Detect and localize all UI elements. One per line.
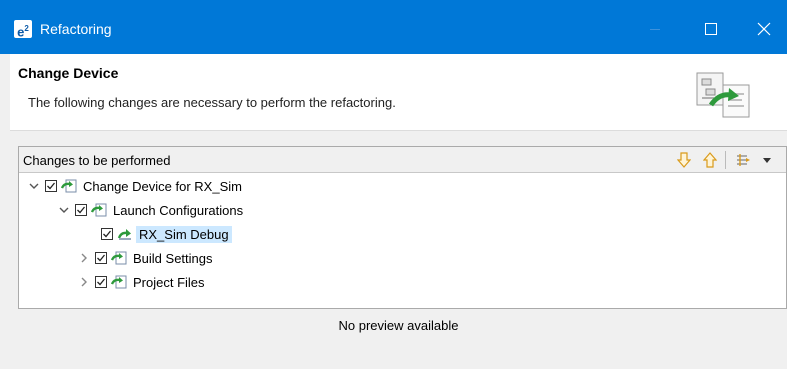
page-title: Change Device bbox=[18, 65, 119, 81]
checkbox[interactable] bbox=[95, 252, 107, 264]
tree-item-project-files[interactable]: Project Files bbox=[77, 271, 205, 293]
title-bar: e2 Refactoring bbox=[0, 0, 787, 54]
close-icon bbox=[757, 22, 771, 36]
next-change-button[interactable] bbox=[675, 151, 693, 169]
checkbox[interactable] bbox=[95, 276, 107, 288]
window-title: Refactoring bbox=[40, 21, 112, 37]
tree-item-label: Build Settings bbox=[133, 250, 213, 266]
chevron-right-icon bbox=[81, 253, 87, 263]
minimize-icon bbox=[650, 28, 660, 30]
expand-toggle[interactable] bbox=[77, 275, 91, 289]
filter-changes-button[interactable] bbox=[735, 151, 753, 169]
preview-message: No preview available bbox=[338, 318, 459, 333]
checkbox[interactable] bbox=[75, 204, 87, 216]
arrow-down-icon bbox=[677, 152, 691, 168]
close-button[interactable] bbox=[741, 14, 787, 44]
checkmark-icon bbox=[97, 254, 106, 262]
checkbox[interactable] bbox=[101, 228, 113, 240]
preview-pane: No preview available bbox=[10, 310, 787, 369]
page-description: The following changes are necessary to p… bbox=[28, 95, 396, 110]
refactoring-change-icon bbox=[91, 203, 107, 217]
chevron-right-icon bbox=[81, 277, 87, 287]
tree-item-label: Project Files bbox=[133, 274, 205, 290]
tree-item-label: Launch Configurations bbox=[113, 202, 244, 218]
changes-panel-header: Changes to be performed bbox=[19, 147, 786, 173]
checkmark-icon bbox=[77, 206, 86, 214]
checkmark-icon bbox=[97, 278, 106, 286]
changes-panel-title: Changes to be performed bbox=[23, 153, 171, 168]
arrow-up-icon bbox=[703, 152, 717, 168]
maximize-icon bbox=[705, 23, 717, 35]
chevron-down-icon bbox=[59, 207, 69, 213]
view-menu-icon bbox=[763, 158, 771, 163]
changes-panel: Changes to be performed Change Device fo… bbox=[18, 146, 787, 309]
refactoring-change-icon bbox=[111, 251, 127, 265]
tree-item-label: RX_Sim Debug bbox=[136, 225, 232, 243]
checkmark-icon bbox=[103, 230, 112, 238]
wizard-header: Change Device The following changes are … bbox=[10, 54, 787, 131]
launch-change-icon bbox=[117, 229, 131, 240]
expand-toggle[interactable] bbox=[27, 179, 41, 193]
app-logo-icon: e2 bbox=[14, 20, 32, 39]
maximize-button[interactable] bbox=[688, 14, 734, 44]
checkmark-icon bbox=[47, 182, 56, 190]
refactoring-wizard-icon bbox=[696, 72, 750, 118]
toolbar-separator bbox=[725, 151, 726, 169]
tree-item-launch-configurations[interactable]: Launch Configurations bbox=[57, 199, 243, 221]
expand-toggle[interactable] bbox=[77, 251, 91, 265]
chevron-down-icon bbox=[29, 183, 39, 189]
minimize-button[interactable] bbox=[632, 14, 678, 44]
checkbox[interactable] bbox=[45, 180, 57, 192]
filter-changes-icon bbox=[737, 154, 750, 166]
previous-change-button[interactable] bbox=[701, 151, 719, 169]
tree-item-rx-sim-debug[interactable]: RX_Sim Debug bbox=[101, 223, 232, 245]
view-menu-button[interactable] bbox=[760, 151, 774, 169]
refactoring-change-icon bbox=[61, 179, 77, 193]
tree-item-label: Change Device for RX_Sim bbox=[83, 178, 242, 194]
tree-item-build-settings[interactable]: Build Settings bbox=[77, 247, 213, 269]
expand-toggle[interactable] bbox=[57, 203, 71, 217]
refactoring-change-icon bbox=[111, 275, 127, 289]
tree-item-root[interactable]: Change Device for RX_Sim bbox=[27, 175, 242, 197]
